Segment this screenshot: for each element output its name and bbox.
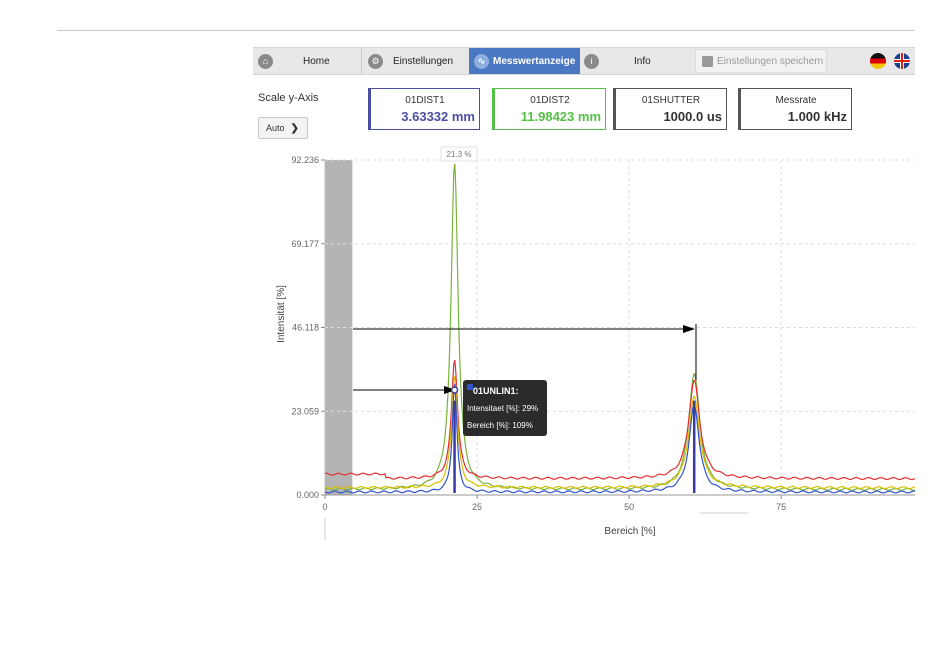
y-axis-label: Intensität [%] bbox=[276, 285, 287, 343]
tooltip-title: 01UNLIN1: bbox=[473, 386, 519, 396]
y-tick-label: 92.236 bbox=[291, 155, 319, 165]
x-axis-label: Bereich [%] bbox=[604, 526, 655, 537]
peak-label: 21.3 % bbox=[447, 150, 472, 159]
x-tick-label: 50 bbox=[624, 502, 634, 512]
y-tick-label: 0.000 bbox=[296, 490, 319, 500]
y-tick-label: 23.059 bbox=[291, 406, 319, 416]
tooltip-line1: Intensitaet [%]: 29% bbox=[467, 404, 538, 413]
y-tick-label: 46.118 bbox=[292, 323, 319, 333]
tooltip-point bbox=[450, 386, 459, 394]
intensity-chart[interactable]: 0.000 23.059 46.118 69.177 92.236 0 25 50 75 Bere… bbox=[0, 0, 950, 665]
arrow-head bbox=[683, 325, 695, 333]
x-tick-label: 25 bbox=[472, 502, 482, 512]
y-tick-label: 69.177 bbox=[291, 239, 319, 249]
x-tick-label: 0 bbox=[322, 502, 327, 512]
x-tick-label: 75 bbox=[776, 502, 786, 512]
tooltip-line2: Bereich [%]: 109% bbox=[467, 421, 533, 430]
series-line bbox=[324, 359, 916, 481]
series-line bbox=[324, 376, 916, 490]
